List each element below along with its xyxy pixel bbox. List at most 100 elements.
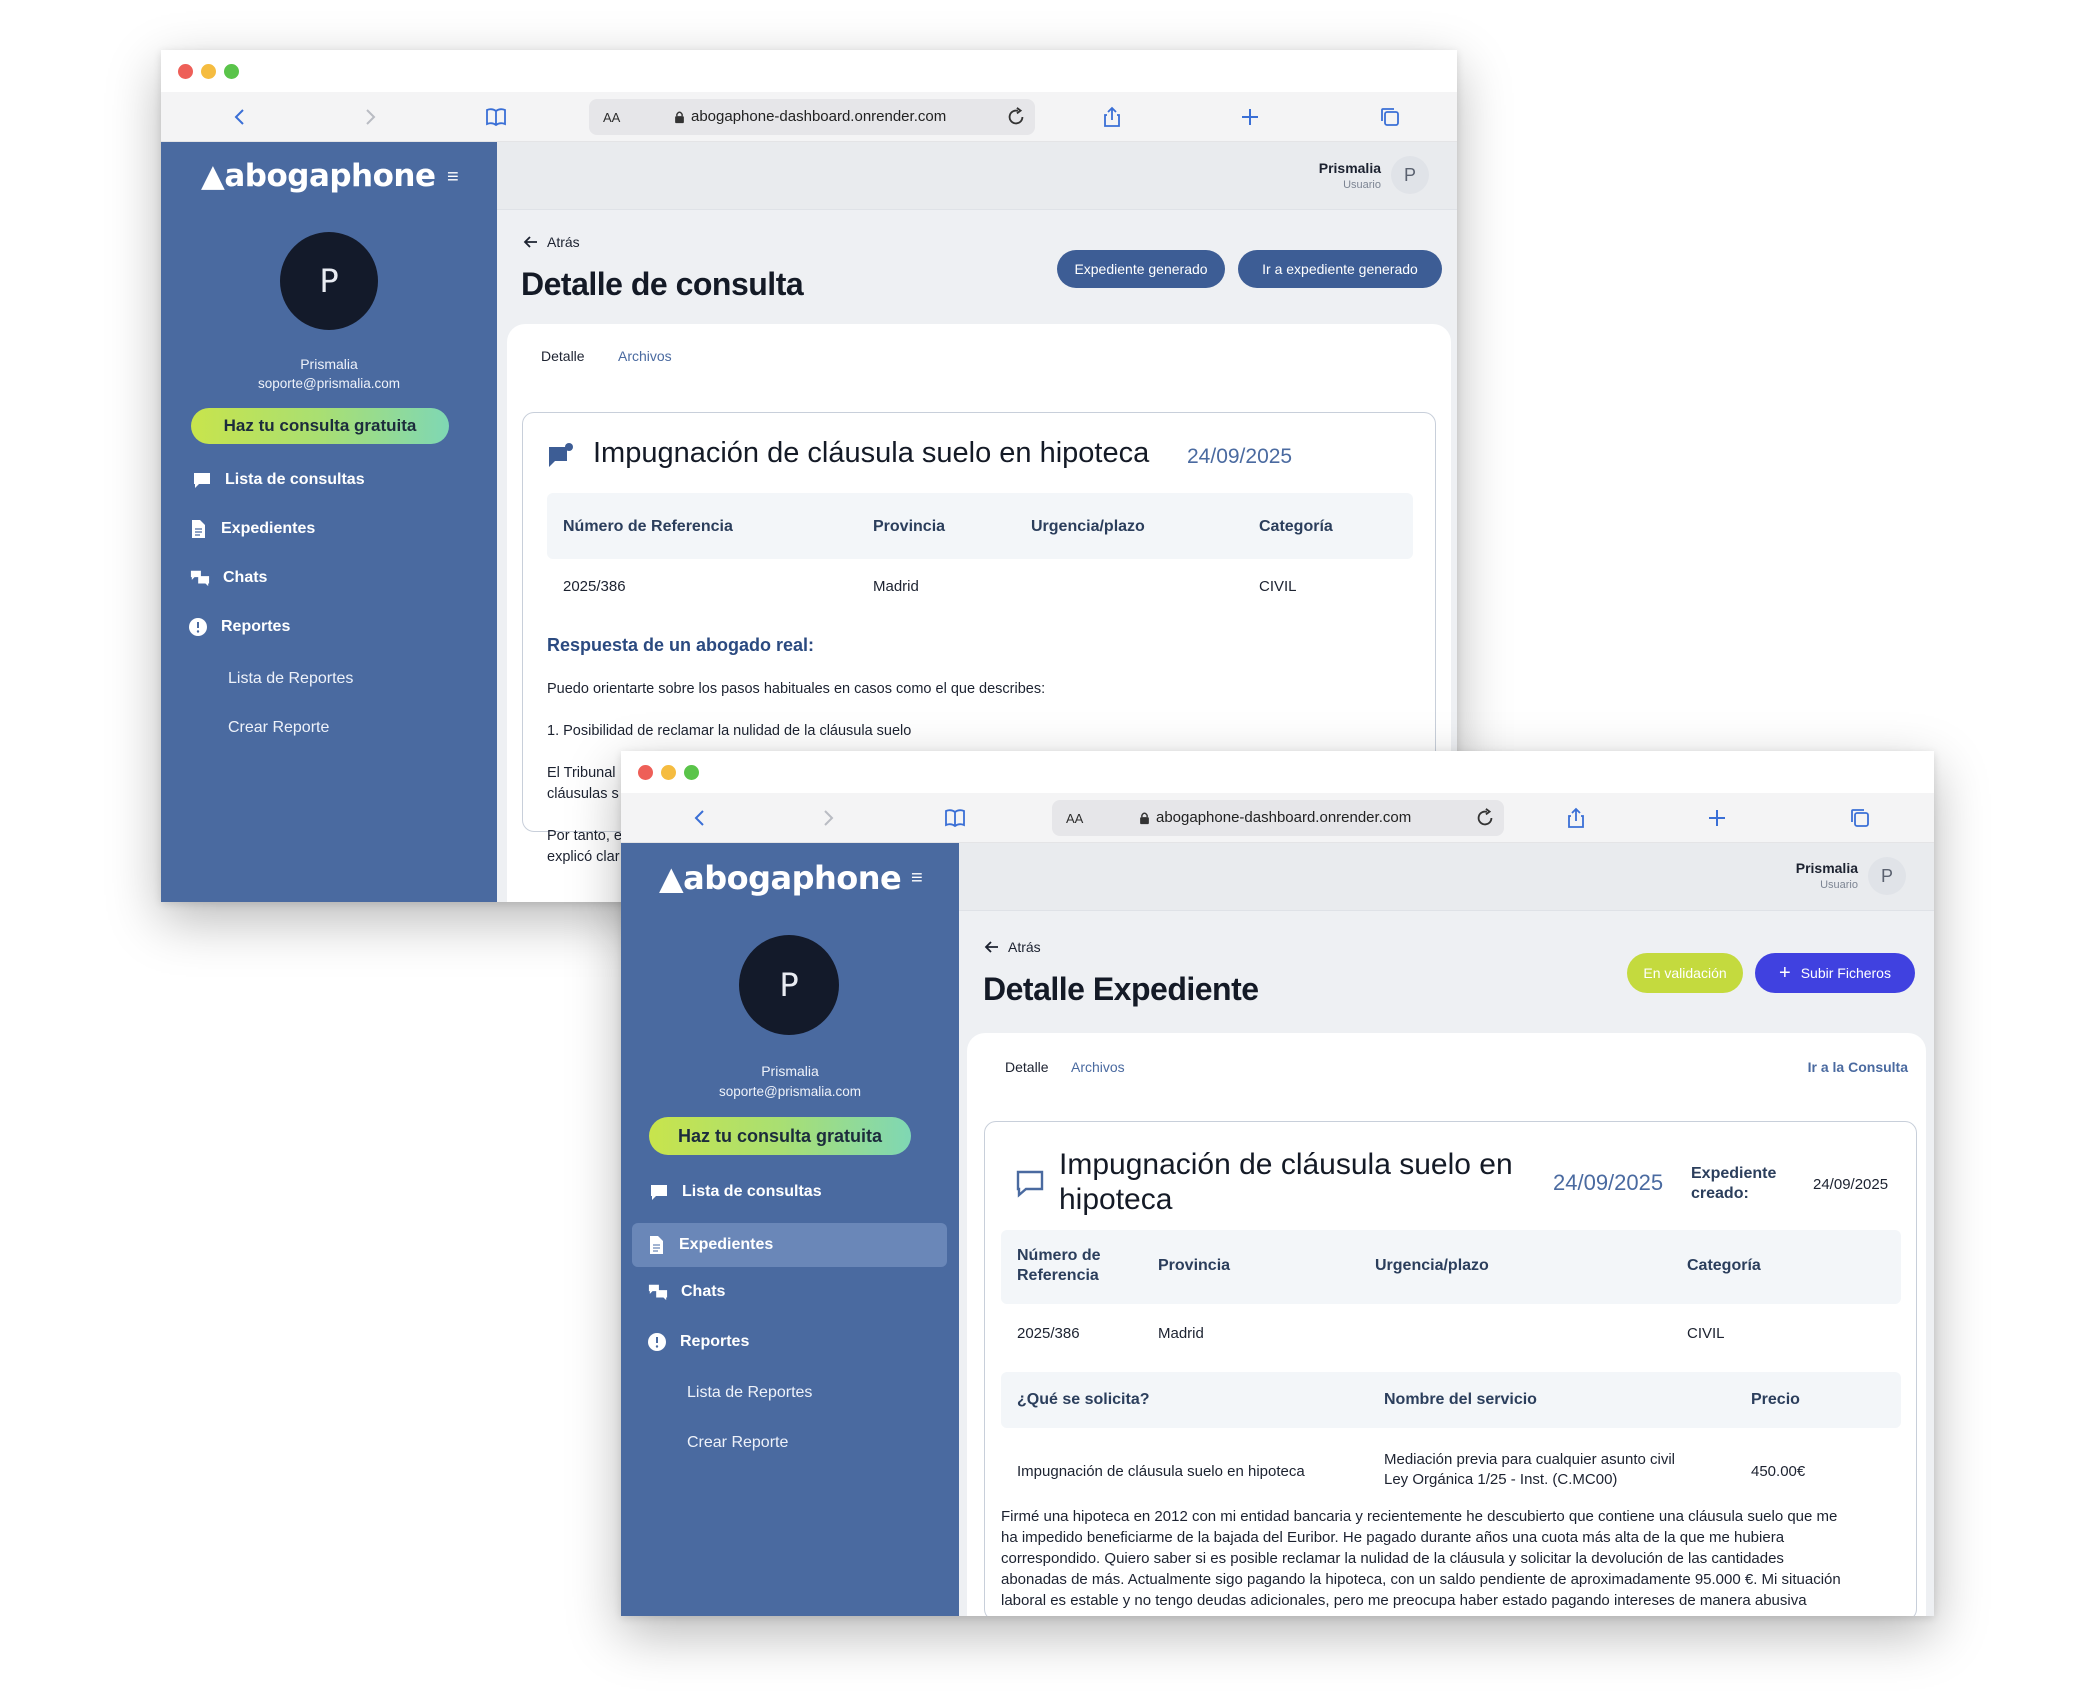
answer-paragraph: cláusulas s: [547, 786, 619, 802]
share-icon[interactable]: [1097, 102, 1127, 132]
expediente-title-line1: Impugnación de cláusula suelo en: [1059, 1148, 1513, 1181]
back-chevron-icon[interactable]: [225, 102, 255, 132]
minimize-window-button[interactable]: [661, 765, 676, 780]
forward-chevron-icon[interactable]: [355, 102, 385, 132]
chats-icon: [189, 567, 211, 589]
sidebar-item-reportes[interactable]: Reportes: [621, 1323, 959, 1361]
back-chevron-icon[interactable]: [685, 803, 715, 833]
sidebar-subitem-lista-reportes[interactable]: Lista de Reportes: [228, 670, 353, 688]
description-line: correspondido. Quiero saber si es posibl…: [1001, 1550, 1784, 1567]
lock-icon: [675, 111, 684, 124]
lock-icon: [1140, 812, 1149, 825]
sidebar-item-label: Expedientes: [221, 520, 316, 537]
menu-hamburger-icon[interactable]: ≡: [447, 166, 459, 189]
go-to-expediente-button[interactable]: Ir a expediente generado: [1238, 250, 1442, 288]
description-line: ha impedido beneficiarme de la bajada de…: [1001, 1529, 1785, 1546]
maximize-window-button[interactable]: [224, 64, 239, 79]
new-tab-plus-icon[interactable]: [1702, 803, 1732, 833]
upload-files-button[interactable]: + Subir Ficheros: [1755, 953, 1915, 993]
tabs-overview-icon[interactable]: [1845, 803, 1875, 833]
expediente-generado-button[interactable]: Expediente generado: [1057, 250, 1225, 288]
app-logo[interactable]: ▲abogaphone: [659, 859, 902, 897]
tabs-overview-icon[interactable]: [1375, 102, 1405, 132]
reload-icon[interactable]: [1005, 106, 1027, 128]
topbar-avatar[interactable]: P: [1868, 857, 1906, 895]
back-label: Atrás: [1008, 939, 1041, 955]
minimize-window-button[interactable]: [201, 64, 216, 79]
status-badge-validacion: En validación: [1627, 953, 1743, 993]
sidebar-item-reportes[interactable]: Reportes: [161, 609, 497, 645]
answer-title: Respuesta de un abogado real:: [547, 635, 815, 655]
chat-flag-icon: [549, 443, 573, 467]
cell-referencia: 2025/386: [563, 578, 626, 595]
sidebar-item-expedientes[interactable]: Expedientes: [161, 511, 497, 547]
back-link[interactable]: Atrás: [523, 234, 580, 250]
tab-archivos[interactable]: Archivos: [618, 348, 672, 364]
top-bar: Prismalia Usuario P: [497, 142, 1457, 210]
consulta-date: 24/09/2025: [1187, 445, 1293, 468]
chat-bubble-icon: [648, 1181, 670, 1203]
app-logo[interactable]: ▲abogaphone: [201, 158, 436, 194]
header-referencia: Número de Referencia: [563, 518, 733, 535]
reader-aa-button[interactable]: AA: [1066, 811, 1083, 826]
free-consultation-button[interactable]: Haz tu consulta gratuita: [649, 1117, 911, 1155]
new-tab-plus-icon[interactable]: [1235, 102, 1265, 132]
header-categoria: Categoría: [1687, 1257, 1761, 1274]
answer-paragraph: Puedo orientarte sobre los pasos habitua…: [547, 681, 1046, 697]
header-urgencia: Urgencia/plazo: [1375, 1257, 1489, 1274]
cell-provincia: Madrid: [873, 578, 919, 595]
main-content: Prismalia Usuario P Atrás Detalle Expedi…: [959, 843, 1934, 1616]
forward-chevron-icon[interactable]: [813, 803, 843, 833]
sidebar-subitem-crear-reporte[interactable]: Crear Reporte: [687, 1434, 788, 1452]
header-urgencia: Urgencia/plazo: [1031, 518, 1145, 535]
app-layout: ▲abogaphone ≡ P Prismalia soporte@prisma…: [621, 843, 1934, 1616]
cell-categoria: CIVIL: [1687, 1325, 1725, 1342]
address-bar[interactable]: AA abogaphone-dashboard.onrender.com: [589, 99, 1035, 135]
reload-icon[interactable]: [1474, 807, 1496, 829]
bookmarks-book-icon[interactable]: [481, 102, 511, 132]
chat-bubble-icon: [191, 469, 213, 491]
sidebar-item-label: Chats: [681, 1283, 726, 1300]
sidebar-item-label: Reportes: [680, 1333, 750, 1350]
sidebar: ▲abogaphone ≡ P Prismalia soporte@prisma…: [621, 843, 959, 1616]
sidebar-item-chats[interactable]: Chats: [621, 1273, 959, 1311]
maximize-window-button[interactable]: [684, 765, 699, 780]
reader-aa-button[interactable]: AA: [603, 110, 620, 125]
profile-avatar: P: [739, 935, 839, 1035]
go-to-consulta-link[interactable]: Ir a la Consulta: [1808, 1059, 1908, 1075]
topbar-avatar[interactable]: P: [1391, 156, 1429, 194]
answer-paragraph: explicó clar: [547, 849, 620, 865]
topbar-user-name: Prismalia: [1795, 860, 1858, 876]
sidebar-item-chats[interactable]: Chats: [161, 560, 497, 596]
sidebar-item-expedientes[interactable]: Expedientes: [632, 1223, 947, 1267]
tab-detalle[interactable]: Detalle: [541, 348, 585, 364]
sidebar-subitem-crear-reporte[interactable]: Crear Reporte: [228, 719, 329, 737]
share-icon[interactable]: [1561, 803, 1591, 833]
close-window-button[interactable]: [178, 64, 193, 79]
free-consultation-button[interactable]: Haz tu consulta gratuita: [191, 408, 449, 444]
profile-email: soporte@prismalia.com: [718, 1084, 861, 1099]
sidebar-item-consultas[interactable]: Lista de consultas: [161, 462, 497, 498]
back-link[interactable]: Atrás: [984, 939, 1041, 955]
menu-hamburger-icon[interactable]: ≡: [911, 867, 923, 890]
close-window-button[interactable]: [638, 765, 653, 780]
header-servicio: Nombre del servicio: [1384, 1391, 1537, 1408]
tab-detalle[interactable]: Detalle: [1005, 1059, 1049, 1075]
alert-circle-icon: [187, 616, 209, 638]
tab-archivos[interactable]: Archivos: [1071, 1059, 1125, 1075]
answer-paragraph: Por tanto, e: [547, 828, 622, 844]
cell-provincia: Madrid: [1158, 1325, 1204, 1342]
header-provincia: Provincia: [873, 518, 946, 535]
topbar-user-role: Usuario: [1820, 879, 1858, 891]
sidebar-item-consultas[interactable]: Lista de consultas: [621, 1173, 959, 1211]
description-line: laboral es estable y no tengo deudas adi…: [1001, 1592, 1807, 1609]
window-titlebar: [161, 50, 1457, 92]
header-categoria: Categoría: [1259, 518, 1333, 535]
page-title: Detalle Expediente: [983, 971, 1259, 1007]
bookmarks-book-icon[interactable]: [940, 803, 970, 833]
address-bar[interactable]: AA abogaphone-dashboard.onrender.com: [1052, 800, 1504, 836]
answer-paragraph: 1. Posibilidad de reclamar la nulidad de…: [547, 723, 912, 739]
sidebar-subitem-lista-reportes[interactable]: Lista de Reportes: [687, 1384, 812, 1402]
browser-window-expediente: AA abogaphone-dashboard.onrender.com ▲ab…: [621, 751, 1934, 1616]
sidebar-item-label: Lista de consultas: [225, 471, 365, 488]
